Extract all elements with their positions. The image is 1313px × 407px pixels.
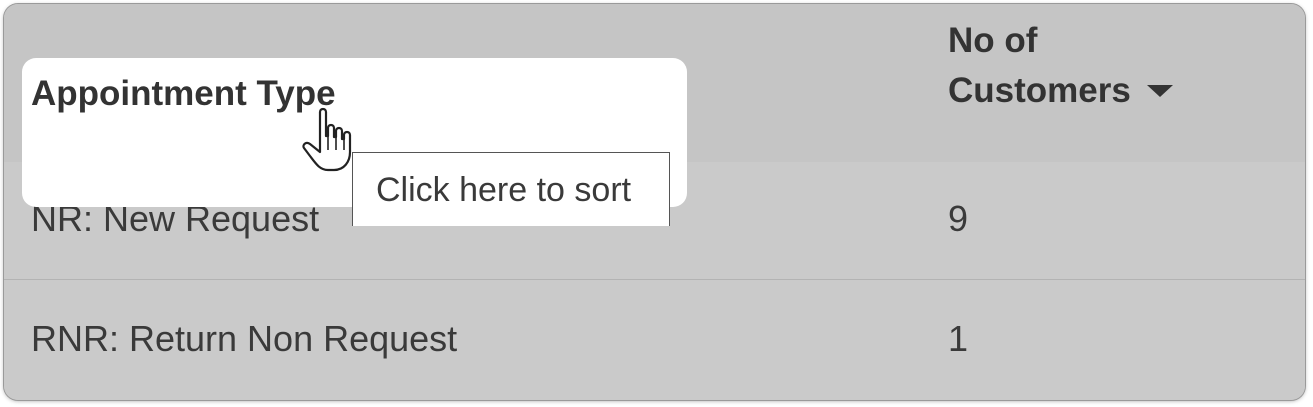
customer-count-cell: 9 <box>948 198 969 239</box>
column-header-no-of-customers[interactable]: No of Customers <box>948 16 1173 116</box>
data-table: No of Customers NR: New Request 9 RNR: R… <box>4 4 1305 400</box>
column-header-label-line2: Customers <box>948 71 1131 110</box>
customer-count-cell: 1 <box>948 318 969 359</box>
column-header-label: Appointment Type <box>31 74 336 113</box>
appointment-type-cell: RNR: Return Non Request <box>31 318 458 359</box>
sort-tooltip: Click here to sort <box>352 152 670 226</box>
tooltip-text: Click here to sort <box>376 171 632 209</box>
caret-down-icon[interactable] <box>1146 84 1173 97</box>
hand-pointer-icon <box>302 107 352 172</box>
column-header-label-line1: No of <box>948 21 1038 60</box>
table-row[interactable]: RNR: Return Non Request 1 <box>4 280 1305 400</box>
